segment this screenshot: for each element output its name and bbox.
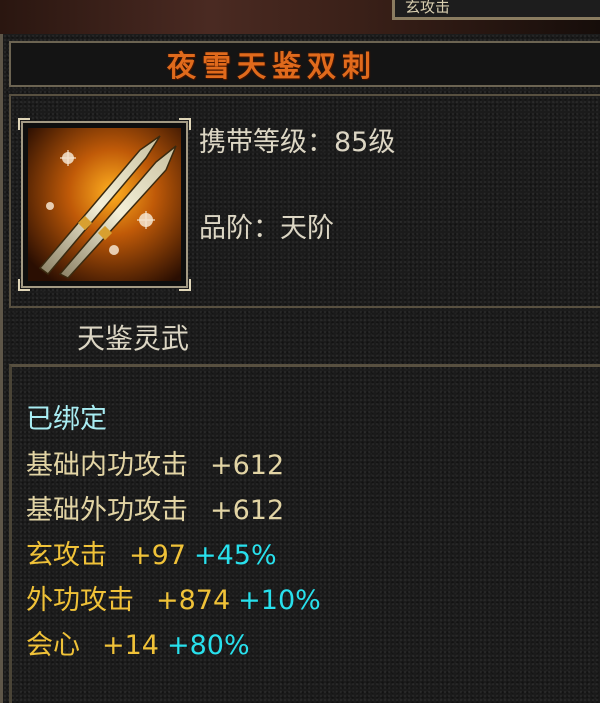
stat-percent: +80%: [166, 630, 250, 661]
stat-row: 会心 +14 +80%: [26, 623, 250, 662]
stat-value: +874: [156, 585, 231, 616]
stat-name: 基础内功攻击: [26, 450, 188, 481]
bound-status: 已绑定: [26, 404, 107, 435]
item-info-box: 携带等级：85级 品阶：天阶: [9, 94, 600, 308]
stat-name: 外功攻击: [26, 585, 134, 616]
stat-name: 会心: [26, 630, 80, 661]
item-name: 夜雪天鉴双刺: [166, 49, 377, 83]
carry-level-row: 携带等级：85级: [199, 120, 395, 159]
stat-value: +14: [102, 630, 159, 661]
stats-box: 已绑定 基础内功攻击 +612 基础外功攻击 +612 玄攻击 +97 +45% 外功攻…: [9, 364, 600, 703]
item-icon-frame[interactable]: [18, 118, 191, 291]
item-category: 天鉴灵武: [77, 322, 190, 355]
carry-level-value: 85级: [334, 127, 396, 158]
stat-percent: +45%: [193, 540, 277, 571]
stat-row: 基础外功攻击 +612: [26, 488, 284, 527]
carry-level-label: 携带等级：: [199, 127, 334, 158]
stat-name: 玄攻击: [26, 540, 107, 571]
grade-value: 天阶: [280, 213, 334, 244]
stat-row: 基础内功攻击 +612: [26, 443, 284, 482]
background-scene: 玄攻击: [0, 0, 600, 34]
stat-row: 外功攻击 +874 +10%: [26, 578, 321, 617]
stat-value: +612: [210, 450, 285, 481]
adjacent-tooltip-fragment: 玄攻击: [392, 0, 600, 20]
grade-label: 品阶：: [199, 213, 280, 244]
item-title-bar: 夜雪天鉴双刺: [9, 41, 600, 87]
stat-value: +612: [210, 495, 285, 526]
item-tooltip: 夜雪天鉴双刺 携带等级：85级 品阶：天阶 天鉴灵武 已绑定 基础内功攻击 +6…: [0, 34, 600, 703]
twin-daggers-icon: [28, 128, 181, 281]
stat-name: 基础外功攻击: [26, 495, 188, 526]
stat-value: +97: [129, 540, 186, 571]
stat-percent: +10%: [238, 585, 321, 616]
stat-row: 玄攻击 +97 +45%: [26, 533, 277, 572]
grade-row: 品阶：天阶: [199, 206, 334, 245]
